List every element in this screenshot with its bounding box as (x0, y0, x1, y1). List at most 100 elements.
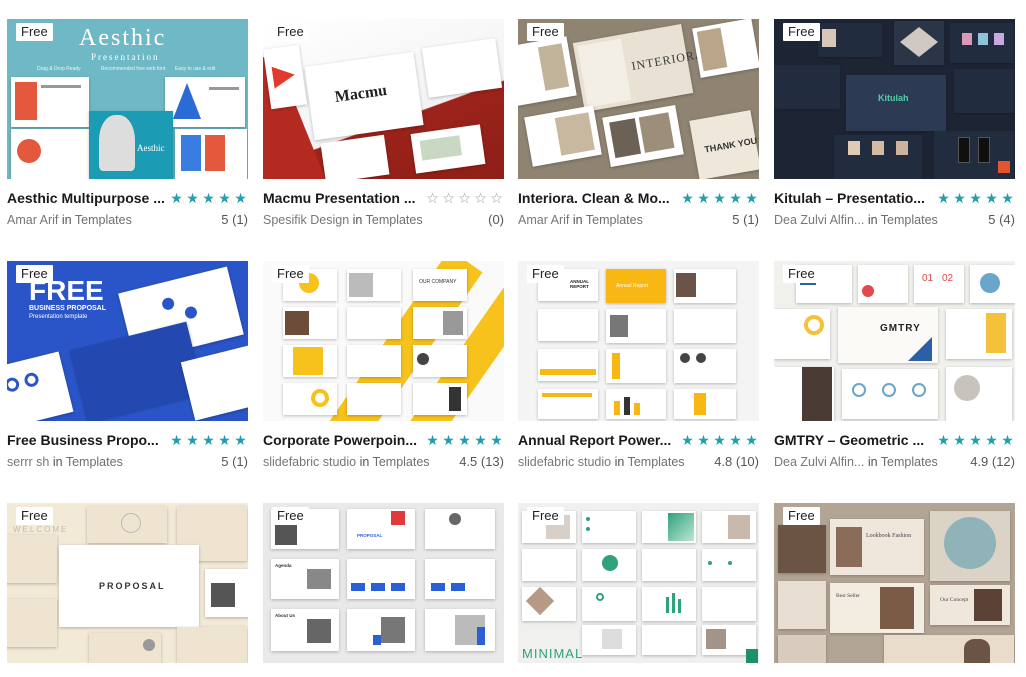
star-icon: ☆ (490, 190, 503, 206)
slide-preview (347, 307, 401, 339)
template-thumbnail[interactable]: Free MINIMAL (518, 503, 759, 663)
free-badge: Free (783, 265, 820, 283)
template-thumbnail[interactable]: Free FREE BUSINESS PROPOSAL Presentation… (7, 261, 248, 421)
slide-preview (347, 269, 401, 301)
category-link[interactable]: Templates (66, 455, 123, 469)
slide-preview (894, 21, 944, 65)
slide-preview (970, 265, 1015, 303)
slide-preview (347, 383, 401, 415)
thumb-feature: Recommended free web font (101, 66, 166, 72)
author-link[interactable]: Dea Zulvi Alfin... (774, 455, 864, 469)
slide-preview (11, 129, 89, 179)
slide-preview (606, 349, 666, 383)
template-thumbnail[interactable]: Free WELCOME PROPOSAL (7, 503, 248, 663)
star-icon: ★ (953, 432, 966, 448)
star-icon: ★ (937, 190, 950, 206)
template-title[interactable]: Macmu Presentation ... (263, 190, 421, 206)
category-link[interactable]: Templates (628, 455, 685, 469)
star-icon: ★ (697, 432, 710, 448)
template-card[interactable]: Free INTERIORA THANK YOU Interiora. Clea… (518, 19, 759, 227)
slide-preview (774, 367, 834, 421)
thumb-heading: MINIMAL (522, 646, 584, 661)
author-link[interactable]: Amar Arif (7, 213, 58, 227)
slide-preview (347, 345, 401, 377)
template-card[interactable]: Free Lookbook Fashion Best Seller Our Co… (774, 503, 1015, 663)
template-title[interactable]: Kitulah – Presentatio... (774, 190, 932, 206)
template-title[interactable]: Corporate Powerpoin... (263, 432, 421, 448)
category-link[interactable]: Templates (75, 213, 132, 227)
template-card[interactable]: Free Aesthic Presentation Drag & Drop Re… (7, 19, 248, 227)
template-thumbnail[interactable]: Free Kitulah (774, 19, 1015, 179)
slide-preview (606, 389, 666, 419)
star-icon: ★ (202, 190, 215, 206)
template-card[interactable]: Free OUR COMPANY Corporate Powerpoin... … (263, 261, 504, 469)
slide-preview (692, 19, 759, 78)
thumb-heading: Aesthic (79, 25, 167, 51)
template-title[interactable]: Annual Report Power... (518, 432, 676, 448)
star-icon: ★ (729, 190, 742, 206)
author-link[interactable]: slidefabric studio (263, 455, 356, 469)
template-title[interactable]: GMTRY – Geometric ... (774, 432, 932, 448)
template-card[interactable]: Free PROPOSAL Agenda About Us (263, 503, 504, 663)
star-icon: ★ (697, 190, 710, 206)
free-badge: Free (272, 507, 309, 525)
slide-preview: Annual Report (606, 269, 666, 303)
slide-preview (283, 307, 337, 339)
template-thumbnail[interactable]: Free Macmu (263, 19, 504, 179)
author-link[interactable]: serrr sh (7, 455, 49, 469)
template-card[interactable]: Free ANNUAL REPORT Annual Report Annual … (518, 261, 759, 469)
author-link[interactable]: Spesifik Design (263, 213, 349, 227)
star-icon: ★ (490, 432, 503, 448)
slide-preview (842, 369, 938, 419)
template-card[interactable]: Free Kitulah Kitulah – Presentatio... ★ ★… (774, 19, 1015, 227)
slide-preview: Aesthic (89, 111, 173, 179)
slide-preview: Lookbook Fashion (830, 519, 924, 575)
star-icon: ☆ (458, 190, 471, 206)
template-thumbnail[interactable]: Free 01 02 GMTRY (774, 261, 1015, 421)
slide-title: Aesthic (137, 143, 165, 153)
star-icon: ★ (234, 190, 247, 206)
slide-preview (425, 609, 495, 651)
slide-preview: Macmu (304, 51, 424, 141)
category-link[interactable]: Templates (586, 213, 643, 227)
star-icon: ★ (218, 190, 231, 206)
thumb-feature: Presentation template (29, 314, 88, 320)
category-link[interactable]: Templates (366, 213, 423, 227)
star-icon: ★ (713, 190, 726, 206)
slide-preview: GMTRY (838, 307, 938, 363)
author-link[interactable]: Amar Arif (518, 213, 569, 227)
author-link[interactable]: slidefabric studio (518, 455, 611, 469)
category-link[interactable]: Templates (881, 455, 938, 469)
template-card[interactable]: Free Macmu Macmu Presentation ... ☆ ☆ ☆ ☆ ☆ … (263, 19, 504, 227)
template-title[interactable]: Interiora. Clean & Mo... (518, 190, 676, 206)
template-card[interactable]: Free MINIMAL (518, 503, 759, 663)
slide-preview (946, 367, 1012, 421)
template-title[interactable]: Free Business Propo... (7, 432, 165, 448)
template-thumbnail[interactable]: Free Lookbook Fashion Best Seller Our Co… (774, 503, 1015, 663)
slide-title: Our Concept (940, 597, 969, 603)
in-label: in (867, 454, 878, 469)
template-thumbnail[interactable]: Free INTERIORA THANK YOU (518, 19, 759, 179)
category-link[interactable]: Templates (881, 213, 938, 227)
template-thumbnail[interactable]: Free ANNUAL REPORT Annual Report (518, 261, 759, 421)
template-card[interactable]: Free 01 02 GMTRY GMTRY – Geometric ... ★ ★… (774, 261, 1015, 469)
slide-preview (778, 635, 826, 663)
template-thumbnail[interactable]: Free PROPOSAL Agenda About Us (263, 503, 504, 663)
slide-preview: 01 02 (914, 265, 964, 303)
slide-preview (606, 309, 666, 343)
template-card[interactable]: Free WELCOME PROPOSAL (7, 503, 248, 663)
template-card[interactable]: Free FREE BUSINESS PROPOSAL Presentation… (7, 261, 248, 469)
slide-preview (954, 69, 1014, 113)
slide-preview (674, 389, 736, 419)
template-title[interactable]: Aesthic Multipurpose ... (7, 190, 165, 206)
thumb-heading: GMTRY (880, 323, 921, 334)
template-thumbnail[interactable]: Free OUR COMPANY (263, 261, 504, 421)
slide-preview: PROPOSAL (59, 545, 199, 627)
template-thumbnail[interactable]: Free Aesthic Presentation Drag & Drop Re… (7, 19, 248, 179)
category-link[interactable]: Templates (373, 455, 430, 469)
slide-preview (425, 509, 495, 549)
slide-title: Annual Report (616, 283, 648, 289)
slide-preview (778, 525, 826, 573)
rating-count: 4.5 (13) (459, 454, 504, 469)
author-link[interactable]: Dea Zulvi Alfin... (774, 213, 864, 227)
